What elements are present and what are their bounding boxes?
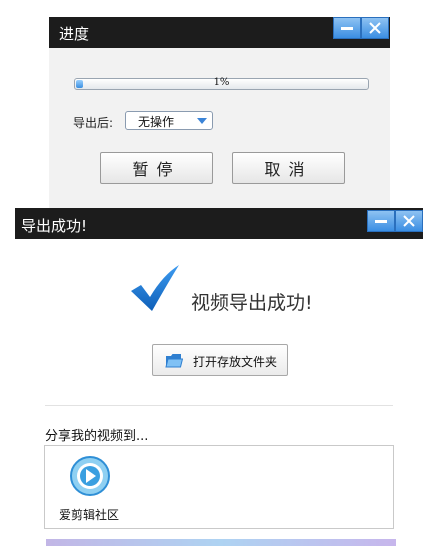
- minimize-button[interactable]: [333, 17, 361, 39]
- chevron-down-icon: [197, 118, 207, 124]
- progress-dialog: 进度 1% 导出后: 无操作 暂停 取消: [49, 17, 390, 209]
- bottom-gradient-bar: [46, 539, 396, 546]
- checkmark-icon: [131, 265, 179, 311]
- progress-dialog-title: 进度: [59, 25, 90, 43]
- export-success-dialog: 导出成功! 视频导出成功! 打开存放文件夹 分享我的视频到... 爱剪辑社区: [15, 208, 423, 546]
- minimize-icon: [341, 26, 353, 30]
- progress-dialog-titlebar[interactable]: 进度: [49, 17, 390, 48]
- success-message: 视频导出成功!: [191, 292, 313, 314]
- success-dialog-title: 导出成功!: [21, 217, 88, 235]
- close-icon: [369, 22, 381, 34]
- pause-button[interactable]: 暂停: [100, 152, 213, 184]
- folder-icon: [165, 354, 183, 368]
- export-progress-text: 1%: [213, 77, 230, 88]
- close-button[interactable]: [395, 210, 423, 232]
- after-export-value: 无操作: [138, 115, 175, 129]
- success-dialog-titlebar[interactable]: 导出成功!: [15, 208, 423, 239]
- minimize-button[interactable]: [367, 210, 395, 232]
- open-folder-button[interactable]: 打开存放文件夹: [152, 344, 288, 376]
- after-export-select[interactable]: 无操作: [125, 111, 213, 130]
- share-target-label[interactable]: 爱剪辑社区: [59, 506, 119, 523]
- share-targets-panel: 爱剪辑社区: [44, 445, 394, 529]
- minimize-icon: [375, 219, 387, 223]
- export-progress-bar: 1%: [74, 77, 369, 90]
- window-controls: [333, 17, 389, 39]
- after-export-label: 导出后:: [73, 116, 114, 130]
- aijianji-community-icon[interactable]: [69, 455, 111, 497]
- open-folder-label: 打开存放文件夹: [193, 355, 278, 369]
- window-controls: [367, 210, 423, 232]
- divider: [45, 405, 393, 406]
- close-icon: [403, 215, 415, 227]
- close-button[interactable]: [361, 17, 389, 39]
- cancel-button[interactable]: 取消: [232, 152, 345, 184]
- share-title: 分享我的视频到...: [45, 429, 149, 444]
